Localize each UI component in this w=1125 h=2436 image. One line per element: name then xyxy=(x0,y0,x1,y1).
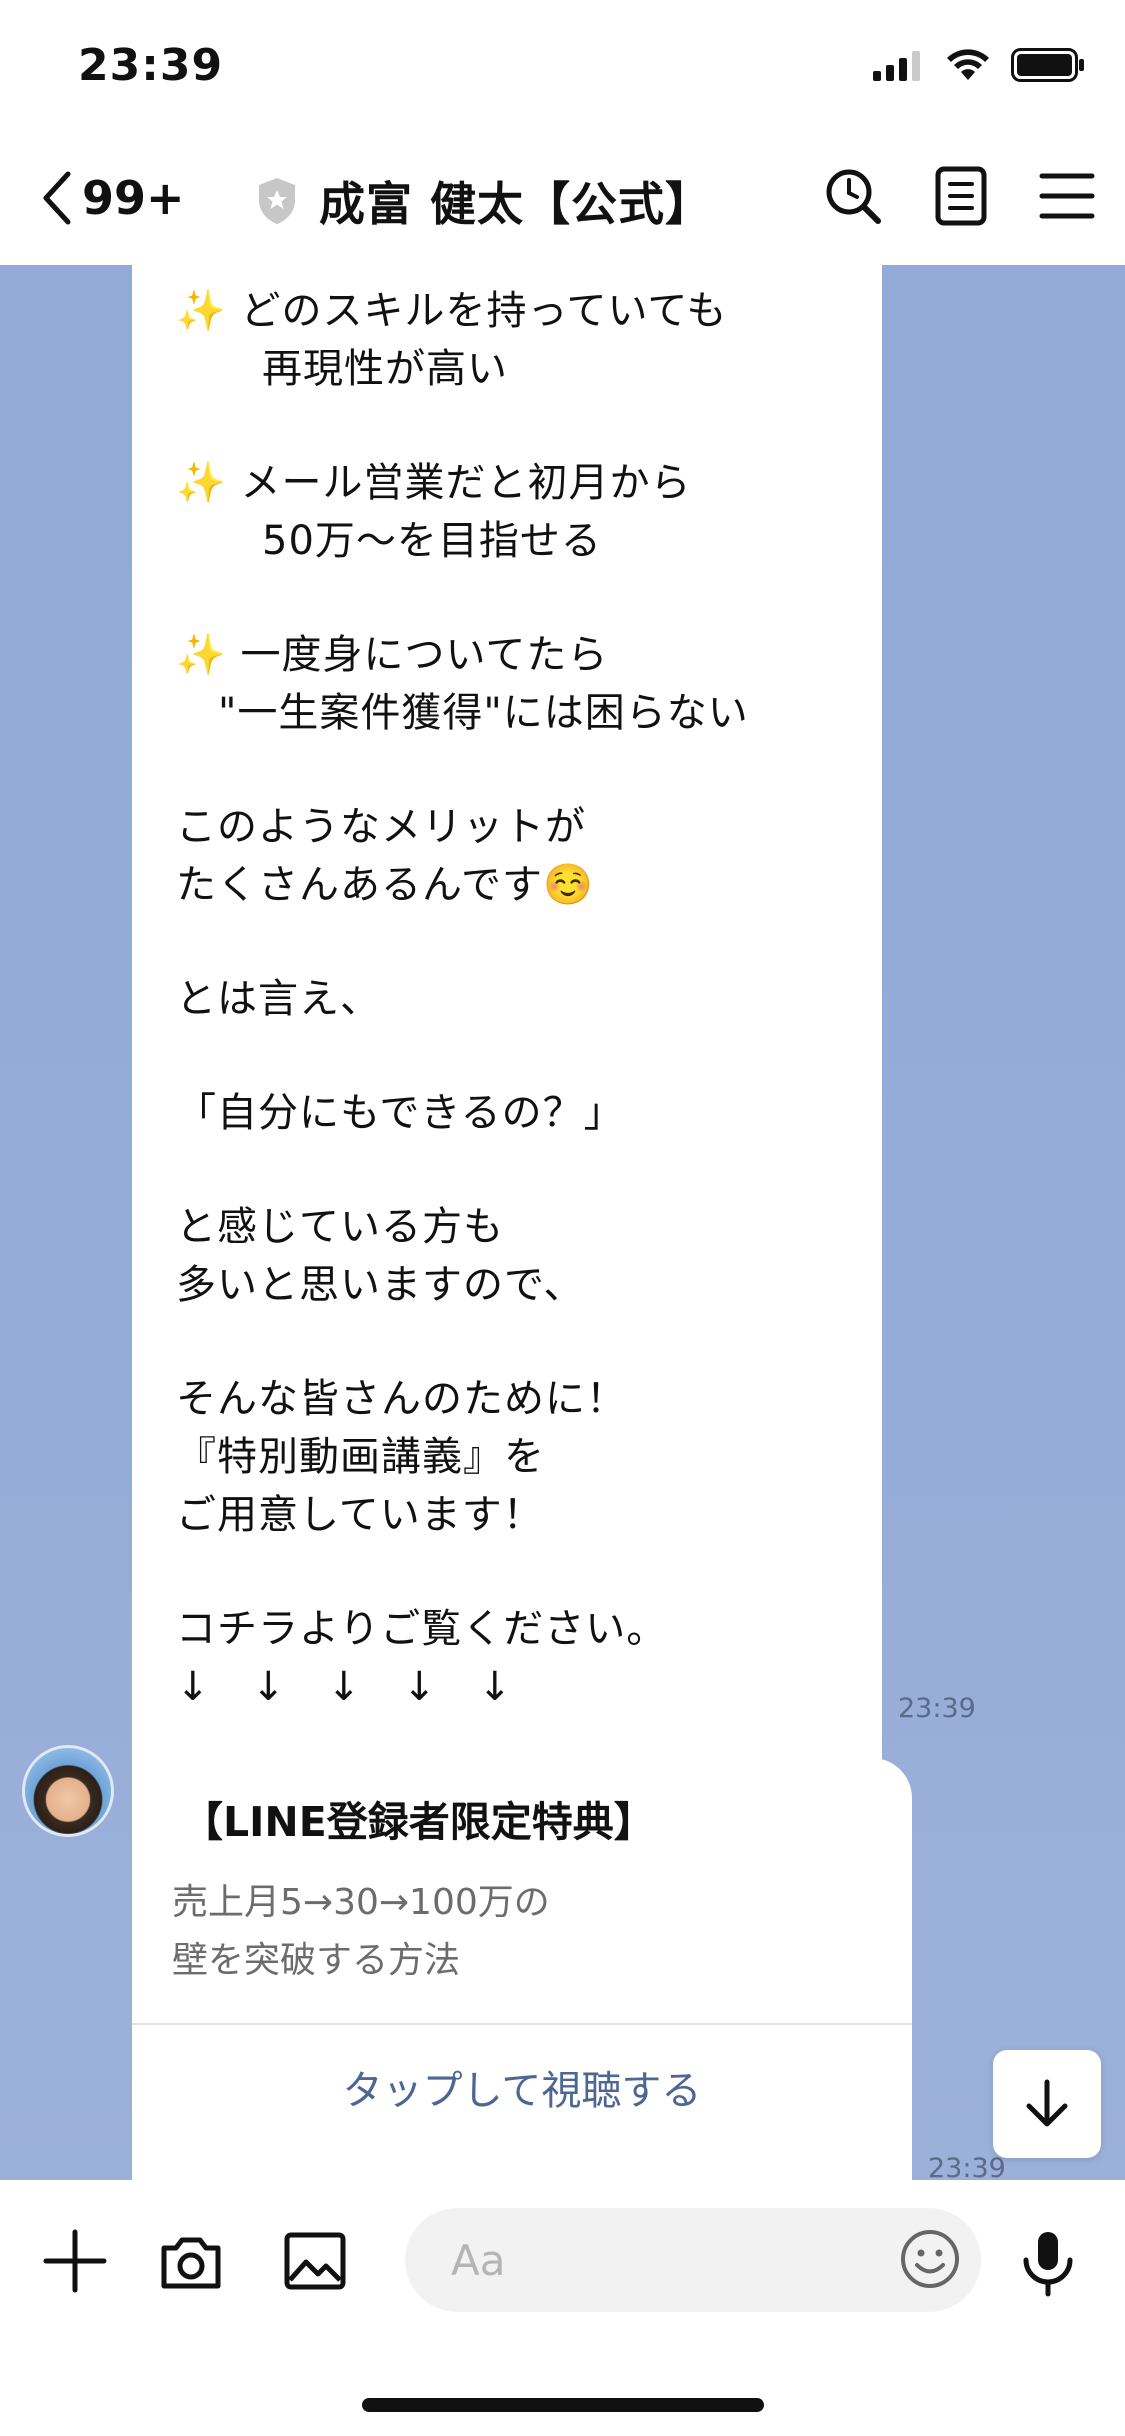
back-button[interactable]: 99+ xyxy=(38,168,185,228)
card-timestamp: 23:39 xyxy=(928,2153,1006,2180)
avatar[interactable] xyxy=(22,1745,114,1837)
message-line: このようなメリットが xyxy=(176,804,586,850)
plus-icon[interactable] xyxy=(42,2228,108,2294)
message-line: そんな皆さんのために！ xyxy=(176,1376,627,1422)
back-chevron-icon xyxy=(43,171,71,225)
status-time: 23:39 xyxy=(78,40,224,91)
home-indicator xyxy=(362,2398,764,2412)
chat-area[interactable]: ✨ どのスキルを持っていても 再現性が高い ✨ メール営業だと初月から 50万〜… xyxy=(0,265,1125,2180)
wifi-icon xyxy=(947,49,989,80)
shield-icon xyxy=(259,178,295,224)
message-line: 『特別動画講義』を xyxy=(176,1434,545,1480)
promo-card[interactable]: 【LINE登録者限定特典】 売上月5→30→100万の 壁を突破する方法 タップ… xyxy=(132,1758,912,2180)
message-line: ✨ 一度身についてたら xyxy=(176,632,609,678)
arrow-down-icon xyxy=(1026,2079,1068,2127)
message-line: とは言え、 xyxy=(176,976,381,1022)
camera-icon[interactable] xyxy=(158,2228,224,2294)
input-placeholder: Aa xyxy=(451,2236,506,2285)
message-input[interactable]: Aa xyxy=(405,2208,981,2312)
chat-header: 99+ 成富 健太【公式】 xyxy=(0,140,1125,265)
message-line: ご用意しています！ xyxy=(176,1492,544,1538)
search-icon[interactable] xyxy=(823,166,883,226)
message-line: 50万〜を目指せる xyxy=(262,518,602,564)
battery-icon xyxy=(1011,48,1084,82)
message-line: ↓ ↓ ↓ ↓ ↓ xyxy=(176,1664,513,1710)
status-bar: 23:39 xyxy=(0,0,1125,140)
message-line: ✨ メール営業だと初月から xyxy=(176,460,692,506)
card-divider xyxy=(132,2023,912,2025)
message-line: と感じている方も xyxy=(176,1204,504,1250)
mic-icon[interactable] xyxy=(1018,2228,1078,2298)
notes-icon[interactable] xyxy=(935,166,987,226)
card-title: 【LINE登録者限定特典】 xyxy=(182,1798,655,1846)
emoji-icon[interactable] xyxy=(899,2228,961,2290)
message-line: 再現性が高い xyxy=(262,346,508,392)
message-bubble: ✨ どのスキルを持っていても 再現性が高い ✨ メール営業だと初月から 50万〜… xyxy=(132,265,882,2000)
chat-title: 成富 健太【公式】 xyxy=(319,177,713,231)
unread-count: 99+ xyxy=(82,171,185,225)
card-description: 売上月5→30→100万の xyxy=(172,1882,550,1923)
menu-icon[interactable] xyxy=(1039,171,1095,221)
header-actions xyxy=(823,166,1095,226)
status-icons xyxy=(873,48,1085,82)
watch-button[interactable]: タップして視聴する xyxy=(132,2058,912,2116)
scroll-to-bottom-button[interactable] xyxy=(993,2050,1101,2158)
message-line: 多いと思いますので、 xyxy=(176,1262,585,1308)
message-line: ✨ どのスキルを持っていても xyxy=(176,288,728,334)
signal-icon xyxy=(873,51,920,81)
image-icon[interactable] xyxy=(282,2228,348,2294)
message-line: 「自分にもできるの？」 xyxy=(176,1090,625,1136)
chat-title-area[interactable]: 成富 健太【公式】 xyxy=(255,168,712,234)
message-line: たくさんあるんです☺️ xyxy=(176,862,594,908)
message-line: コチラよりご覧ください。 xyxy=(176,1606,668,1652)
card-description: 壁を突破する方法 xyxy=(172,1940,461,1981)
message-line: "一生案件獲得"には困らない xyxy=(218,690,749,736)
message-timestamp: 23:39 xyxy=(898,1693,976,1724)
